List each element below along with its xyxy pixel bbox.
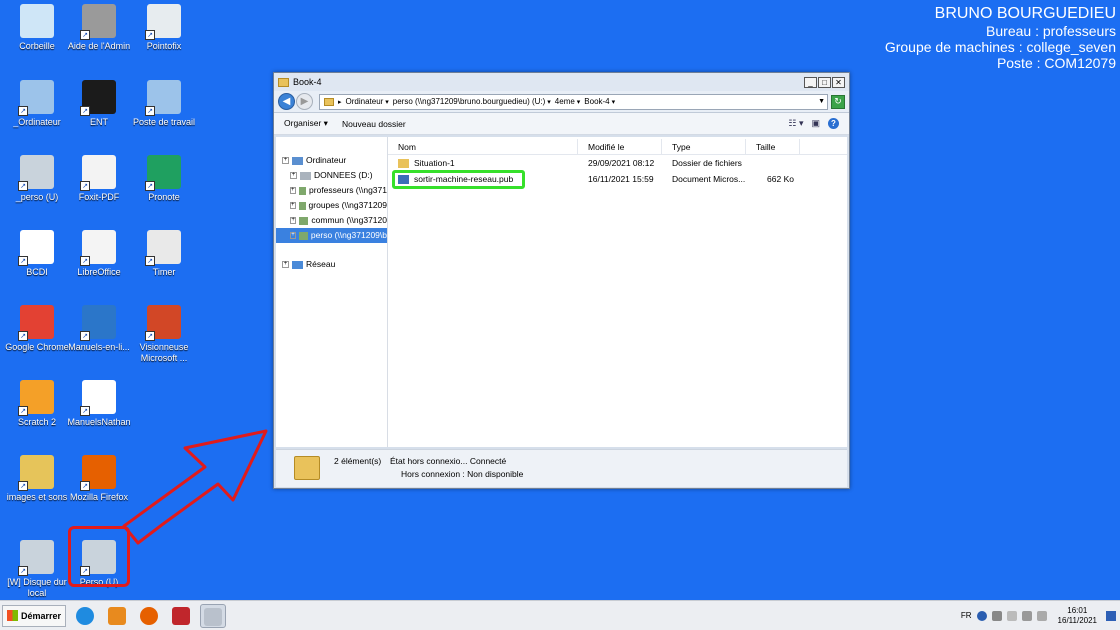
file-modified: 16/11/2021 15:59 [588,174,654,184]
tree-item-label: groupes (\\ng371209 [308,200,387,210]
network-icon [292,260,303,269]
tree-item[interactable]: + Ordinateur [276,153,387,168]
show-desktop-button[interactable] [1106,610,1116,621]
window-titlebar[interactable]: Book-4 _ □ ✕ [274,73,849,91]
clock-time: 16:01 [1067,605,1088,615]
speaker-icon[interactable] [1036,610,1047,621]
offline-availability: Hors connexion : Non disponible [401,469,524,479]
file-size: 662 Ko [767,174,794,184]
navigation-pane[interactable]: + Ordinateur + DONNEES (D:) + professeurs (\\… [276,137,388,447]
windows-logo-icon [7,610,18,621]
computer-icon [292,156,303,165]
tree-item[interactable]: + commun (\\ng37120 [276,213,387,228]
explorer-window[interactable]: Book-4 _ □ ✕ ◀ ▶ ▸ Ordinateur perso (\\n… [273,72,850,489]
expand-icon[interactable]: + [282,261,289,268]
psp-icon[interactable] [168,604,194,628]
network-drive-icon [298,201,306,210]
forward-button[interactable]: ▶ [296,93,313,110]
expand-icon[interactable]: + [290,187,296,194]
volume-icon[interactable] [991,610,1002,621]
column-type[interactable]: Type [662,139,746,154]
file-row[interactable]: Situation-1 29/09/2021 08:12 Dossier de fi… [388,155,847,171]
breadcrumb-4eme[interactable]: 4eme [555,97,580,106]
help-icon[interactable]: ? [828,118,839,129]
address-dropdown-icon[interactable]: ▼ [818,98,825,105]
expand-icon[interactable]: + [282,157,289,164]
minimize-button[interactable]: _ [804,76,817,88]
new-folder-button[interactable]: Nouveau dossier [342,119,406,129]
ie-icon[interactable] [72,604,98,628]
tree-item[interactable]: + groupes (\\ng371209 [276,198,387,213]
start-button[interactable]: Démarrer [2,604,67,627]
column-modified[interactable]: Modifié le [578,139,662,154]
folder-icon [278,77,289,87]
column-headers: Nom Modifié le Type Taille [388,139,847,155]
drive-icon [300,171,311,180]
expand-icon[interactable]: + [290,172,297,179]
firefox-icon[interactable] [136,604,162,628]
breadcrumb-perso[interactable]: perso (\\ng371209\bruno.bourguedieu) (U:… [393,97,551,106]
close-button[interactable]: ✕ [832,76,845,88]
view-options-icon[interactable]: ☷ ▾ [788,118,803,129]
tree-item[interactable]: + perso (\\ng371209\b [276,228,387,243]
tree-item-label: commun (\\ng37120 [311,215,387,225]
breadcrumb-ordinateur[interactable]: Ordinateur [346,97,389,106]
clock-date: 16/11/2021 [1057,615,1097,625]
tree-item-label: Ordinateur [306,155,347,165]
folder-icon [324,97,334,106]
annotation-highlight-box [68,526,130,587]
preview-pane-icon[interactable]: ▣ [811,118,820,129]
system-tray: FR 16:01 16/11/2021 [961,606,1120,626]
clock[interactable]: 16:01 16/11/2021 [1058,606,1097,626]
network-status-icon[interactable] [976,610,987,621]
network-drive-icon [298,186,307,195]
start-label: Démarrer [21,610,62,621]
file-type: Dossier de fichiers [672,158,742,168]
explorer-body: + Ordinateur + DONNEES (D:) + professeurs (\\… [276,137,847,447]
organize-button[interactable]: Organiser ▾ [284,118,328,129]
folder-icon [294,456,320,480]
media-player-icon[interactable] [104,604,130,628]
tree-item-label: perso (\\ng371209\b [310,230,387,240]
tree-item-label: professeurs (\\ng371 [309,185,387,195]
expand-icon[interactable]: + [290,232,297,239]
language-indicator[interactable]: FR [961,611,972,620]
tree-item[interactable]: + Réseau [276,257,387,272]
network-icon[interactable] [1021,610,1032,621]
maximize-button[interactable]: □ [818,76,831,88]
action-center-flag-icon[interactable] [1006,610,1017,621]
column-name[interactable]: Nom [388,139,578,154]
back-button[interactable]: ◀ [278,93,295,110]
expand-icon[interactable]: + [290,202,296,209]
file-name: Situation-1 [388,158,578,169]
tree-item-label: DONNEES (D:) [314,170,373,180]
network-drive-icon [299,216,309,225]
folder-icon [398,159,409,169]
tree-item-label: Réseau [306,259,336,269]
tree-item[interactable]: + DONNEES (D:) [276,168,387,183]
annotation-green-highlight [392,170,525,189]
tree-item[interactable]: + professeurs (\\ng371 [276,183,387,198]
file-type: Document Micros... [672,174,746,184]
column-size[interactable]: Taille [746,139,800,154]
network-drive-icon [299,231,308,240]
address-bar[interactable]: ▸ Ordinateur perso (\\ng371209\bruno.bou… [319,93,828,110]
status-bar: 2 élément(s) État hors connexio... Conne… [276,449,847,487]
toolbar: Organiser ▾ Nouveau dossier ☷ ▾ ▣ ? [274,113,849,135]
window-title: Book-4 [293,77,322,87]
refresh-button[interactable]: ↻ [831,94,845,109]
file-modified: 29/09/2021 08:12 [588,158,655,168]
expand-icon[interactable]: + [290,217,297,224]
explorer-drive-icon[interactable] [200,603,227,628]
file-list[interactable]: Nom Modifié le Type Taille Situation-1 29… [388,137,847,447]
taskbar: Démarrer FR 16:01 16/11/2021 [0,600,1120,630]
address-bar-row: ◀ ▶ ▸ Ordinateur perso (\\ng371209\bruno… [274,91,849,113]
item-count: 2 élément(s) [334,456,382,466]
breadcrumb-book4[interactable]: Book-4 [584,97,615,106]
offline-state: État hors connexio... Connecté [390,456,507,466]
